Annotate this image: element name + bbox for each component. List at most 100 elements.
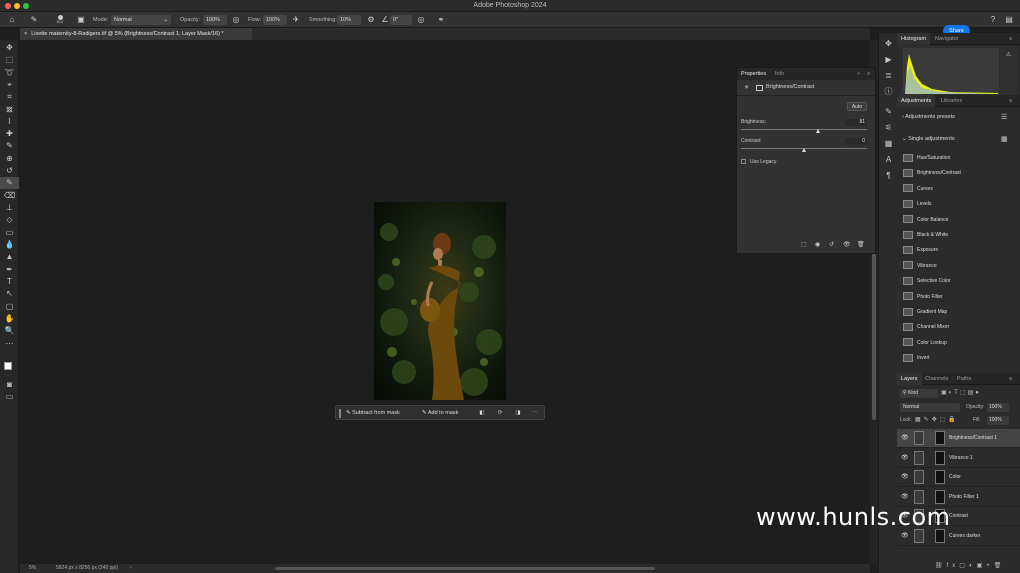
object-selection-tool-icon[interactable]: ⌖ — [0, 79, 19, 91]
document-info[interactable]: 5824 px x 8256 px (240 ppi) — [56, 564, 118, 573]
move-tool-icon[interactable]: ✥ — [0, 42, 19, 54]
adjustment-thumbnail[interactable] — [914, 470, 924, 484]
layer-row[interactable]: 👁 Vibrance 1 — [897, 449, 1020, 468]
tab-properties[interactable]: Properties — [741, 68, 766, 80]
adjustment-item[interactable]: Levels — [903, 197, 1015, 212]
clip-to-layer-icon[interactable]: ⬚ — [801, 241, 807, 248]
adjustment-item[interactable]: Selective Color — [903, 274, 1015, 289]
quick-mask-icon[interactable]: ◙ — [0, 379, 19, 391]
grid-view-icon[interactable]: ▦ — [1001, 135, 1008, 143]
adjustment-item[interactable]: Color Balance — [903, 213, 1015, 228]
blend-mode-select[interactable]: Normal — [900, 403, 960, 412]
stamp-tool-icon[interactable]: ⊥ — [0, 202, 19, 214]
auto-button[interactable]: Auto — [847, 102, 867, 111]
adjustments-presets-row[interactable]: › Adjustments presets — [902, 114, 955, 120]
brightness-slider[interactable] — [741, 129, 867, 130]
panel-menu-icon[interactable]: ≡ — [1009, 373, 1012, 385]
adjustment-item[interactable]: Gradient Map — [903, 305, 1015, 320]
document-tab[interactable]: × Lisette maternity-8-Radigers.tif @ 5% (… — [20, 28, 252, 40]
brush-size-picker[interactable]: 812 — [52, 15, 68, 25]
brightness-input[interactable]: 81 — [845, 119, 867, 126]
delete-icon[interactable]: 🗑 — [857, 241, 865, 248]
layer-name[interactable]: Photo Filter 1 — [949, 488, 979, 507]
character-icon[interactable]: A — [879, 153, 898, 167]
brush-tool-preset-icon[interactable]: ✎ — [28, 15, 40, 25]
mode-select[interactable]: Normal ⌄ — [111, 15, 171, 25]
history-brush-tool-icon[interactable]: ↺ — [0, 165, 19, 177]
flow-input[interactable]: 100% — [263, 15, 287, 25]
fill-input[interactable]: 100% — [987, 416, 1009, 425]
layer-mask-thumbnail[interactable] — [935, 450, 945, 465]
info-icon[interactable]: ⓘ — [879, 85, 898, 99]
brush-settings-panel-icon[interactable]: ⚟ — [879, 121, 898, 135]
hand-tool-icon[interactable]: ✋ — [0, 313, 19, 325]
layer-name[interactable]: Color — [949, 468, 961, 487]
layer-name[interactable]: Contrast — [949, 507, 968, 526]
drag-handle[interactable] — [339, 409, 341, 418]
angle-input[interactable]: 0° — [390, 15, 412, 25]
collapse-icon[interactable]: » — [857, 68, 860, 80]
gradient-tool-icon[interactable]: ▭ — [0, 227, 19, 239]
pressure-size-icon[interactable]: ◎ — [416, 15, 426, 25]
workspace-icon[interactable]: ▤ — [1004, 15, 1014, 25]
smoothing-settings-gear-icon[interactable]: ⚙ — [366, 15, 376, 25]
document-image[interactable] — [374, 202, 506, 400]
symmetry-icon[interactable]: ⚭ — [436, 15, 446, 25]
mask-icon[interactable] — [756, 85, 763, 91]
refresh-mask-icon[interactable]: ⟳ — [494, 408, 506, 419]
view-previous-icon[interactable]: ◉ — [815, 241, 820, 248]
layer-row[interactable]: 👁 Color — [897, 468, 1020, 487]
layer-mask-thumbnail[interactable] — [935, 431, 945, 445]
layer-name[interactable]: Curves darker — [949, 527, 980, 546]
artboard-tool-icon[interactable]: ⬚ — [0, 54, 19, 66]
tab-channels[interactable]: Channels — [925, 373, 948, 385]
tab-libraries[interactable]: Libraries — [941, 95, 962, 107]
brush-active-tool-icon[interactable]: ✎ — [0, 177, 19, 189]
add-to-mask-button[interactable]: ✎ Add to mask — [422, 408, 470, 419]
opacity-input[interactable]: 100% — [203, 15, 227, 25]
panel-menu-icon[interactable]: ≡ — [1009, 95, 1012, 107]
single-adjustments-row[interactable]: ⌄ Single adjustments — [902, 136, 955, 142]
layer-name[interactable]: Brightness/Contrast 1 — [949, 429, 997, 448]
paragraph-icon[interactable]: ¶ — [879, 169, 898, 183]
layer-opacity-input[interactable]: 100% — [987, 403, 1009, 412]
adjustment-item[interactable]: Photo Filter — [903, 290, 1015, 305]
status-menu-chevron-icon[interactable]: › — [130, 564, 132, 573]
adjustment-item[interactable]: Curves — [903, 182, 1015, 197]
adjustment-thumbnail[interactable] — [914, 431, 924, 445]
shape-tool-icon[interactable]: ▢ — [0, 301, 19, 313]
tab-adjustments[interactable]: Adjustments — [897, 95, 936, 107]
panel-menu-icon[interactable]: ≡ — [867, 68, 870, 80]
brush-tool-icon[interactable]: ✎ — [0, 140, 19, 152]
horizontal-scrollbar[interactable] — [275, 567, 655, 570]
home-icon[interactable]: ⌂ — [6, 15, 18, 25]
adjustment-thumbnail[interactable] — [914, 450, 924, 465]
play-actions-icon[interactable]: ▶ — [879, 53, 898, 67]
tab-info[interactable]: Info — [775, 68, 784, 80]
move-panel-icon[interactable]: ✥ — [879, 37, 898, 51]
pressure-opacity-icon[interactable]: ◎ — [231, 15, 241, 25]
more-tools-icon[interactable]: ⋯ — [0, 338, 19, 350]
panel-menu-icon[interactable]: ≡ — [1009, 33, 1012, 45]
zoom-tool-icon[interactable]: 🔍 — [0, 325, 19, 337]
dodge-tool-icon[interactable]: ▲ — [0, 251, 19, 263]
layer-visibility-eye-icon[interactable]: 👁 — [901, 449, 909, 468]
spot-healing-tool-icon[interactable]: ✚ — [0, 128, 19, 140]
more-options-icon[interactable]: ⋯ — [529, 408, 541, 419]
swatches-icon[interactable]: ▦ — [879, 137, 898, 151]
eraser-alt-tool-icon[interactable]: ◇ — [0, 214, 19, 226]
layer-filter-select[interactable]: ⚲ Kind — [900, 389, 938, 398]
screen-mode-icon[interactable]: ▭ — [0, 391, 19, 403]
layer-name[interactable]: Vibrance 1 — [949, 449, 973, 468]
lasso-tool-icon[interactable]: ➰ — [0, 67, 19, 79]
list-view-icon[interactable]: ☰ — [1001, 113, 1007, 121]
layer-visibility-eye-icon[interactable]: 👁 — [901, 468, 909, 487]
layer-mask-thumbnail[interactable] — [935, 470, 945, 484]
vertical-scroll-thumb[interactable] — [872, 240, 876, 420]
close-tab-icon[interactable]: × — [24, 31, 27, 37]
help-icon[interactable]: ? — [988, 15, 998, 25]
use-legacy-checkbox[interactable] — [741, 159, 746, 164]
pen-tool-icon[interactable]: ✒ — [0, 264, 19, 276]
reset-icon[interactable]: ↺ — [829, 241, 834, 248]
adjustment-thumbnail[interactable] — [914, 489, 924, 504]
